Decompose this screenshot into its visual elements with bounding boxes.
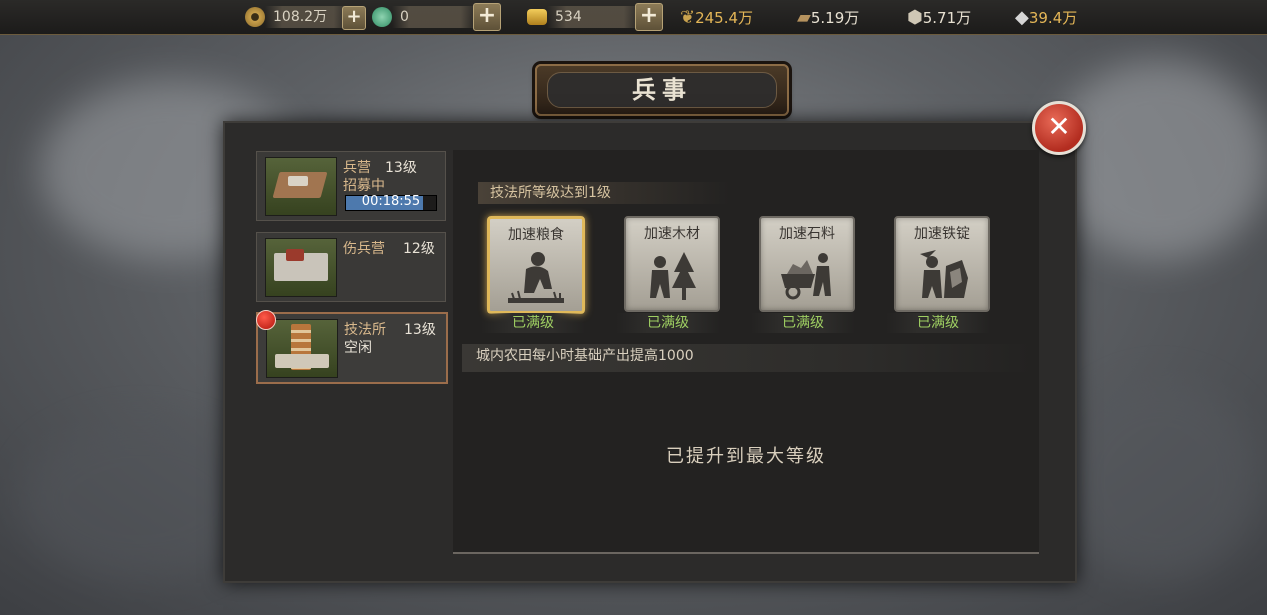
close-button[interactable]: ✕: [1032, 101, 1086, 155]
jade-resource: 0: [372, 5, 478, 29]
jade-icon: [372, 7, 392, 27]
iron-ingot-icon: ◆: [1015, 6, 1029, 28]
skill-label: 加速粮食: [508, 227, 564, 243]
wheat-icon: ❦: [680, 6, 696, 28]
skill-description: 城内农田每小时基础产出提高1000: [462, 344, 1032, 372]
technique-hall-thumbnail: [266, 319, 338, 378]
recruit-timer: 00:18:55: [345, 194, 437, 211]
building-item-infirmary[interactable]: 伤兵营 12级: [256, 232, 446, 302]
stone-resource: ⬢ 5.71万: [907, 5, 971, 29]
ingot-value: 534: [547, 6, 643, 28]
skill-label: 加速铁锭: [914, 226, 970, 242]
skill-label: 加速木材: [644, 226, 700, 242]
barracks-thumbnail: [265, 157, 337, 216]
copper-coin-icon: [245, 7, 265, 27]
title-plate: 兵事: [535, 64, 789, 116]
max-level-message: 已提升到最大等级: [666, 446, 826, 467]
building-status: 招募中: [343, 178, 385, 194]
add-copper-button[interactable]: +: [342, 6, 366, 30]
building-item-barracks[interactable]: 兵营 13级 招募中 00:18:55: [256, 151, 446, 221]
building-name: 技法所: [344, 322, 386, 338]
notification-dot: [256, 310, 276, 330]
building-name: 伤兵营: [343, 241, 385, 257]
add-jade-button[interactable]: +: [473, 3, 501, 31]
resource-bar: 108.2万 + 0 + 534 + ❦ 245.4万 ▰ 5.19万 ⬢ 5.…: [0, 0, 1267, 35]
add-ingot-button[interactable]: +: [635, 3, 663, 31]
iron-resource: ◆ 39.4万: [1015, 5, 1077, 29]
skill-speed-wood[interactable]: 加速木材: [624, 216, 720, 312]
requirement-header: 技法所等级达到1级: [478, 182, 730, 204]
skill-speed-food[interactable]: 加速粮食: [487, 216, 585, 314]
wood-log-icon: ▰: [797, 6, 811, 28]
farmer-icon: [508, 252, 564, 303]
wood-value: 5.19万: [810, 8, 860, 27]
stone-value: 5.71万: [922, 8, 972, 27]
wood-resource: ▰ 5.19万: [797, 5, 859, 29]
skill-status: 已满级: [481, 313, 585, 333]
timer-text: 00:18:55: [361, 194, 421, 209]
jade-value: 0: [392, 6, 478, 28]
infirmary-thumbnail: [265, 238, 337, 297]
food-resource: ❦ 245.4万: [680, 5, 753, 29]
iron-value: 39.4万: [1028, 8, 1078, 27]
copper-value: 108.2万: [265, 6, 351, 28]
skill-status: 已满级: [616, 313, 720, 333]
building-status: 空闲: [344, 340, 372, 356]
building-level: 13级: [404, 322, 436, 338]
building-level: 12级: [403, 241, 435, 257]
building-item-technique-hall[interactable]: 技法所 13级 空闲: [256, 312, 448, 384]
skill-speed-stone[interactable]: 加速石料: [759, 216, 855, 312]
building-level: 13级: [385, 160, 417, 176]
cloud: [1060, 380, 1260, 580]
ingot-resource: 534: [527, 5, 643, 29]
stone-icon: ⬢: [907, 6, 923, 28]
stone-cart-icon: [781, 253, 831, 300]
cloud: [1050, 60, 1267, 260]
building-name: 兵营: [343, 160, 371, 176]
food-value: 245.4万: [695, 8, 754, 27]
skill-status: 已满级: [886, 313, 990, 333]
skill-status: 已满级: [751, 313, 855, 333]
copper-resource: 108.2万: [245, 5, 351, 29]
skill-speed-iron[interactable]: 加速铁锭: [894, 216, 990, 312]
gold-ingot-icon: [527, 9, 547, 25]
lumberjack-icon: [650, 252, 696, 300]
page-title: 兵事: [547, 72, 777, 108]
miner-icon: [920, 250, 968, 298]
skill-label: 加速石料: [779, 226, 835, 242]
